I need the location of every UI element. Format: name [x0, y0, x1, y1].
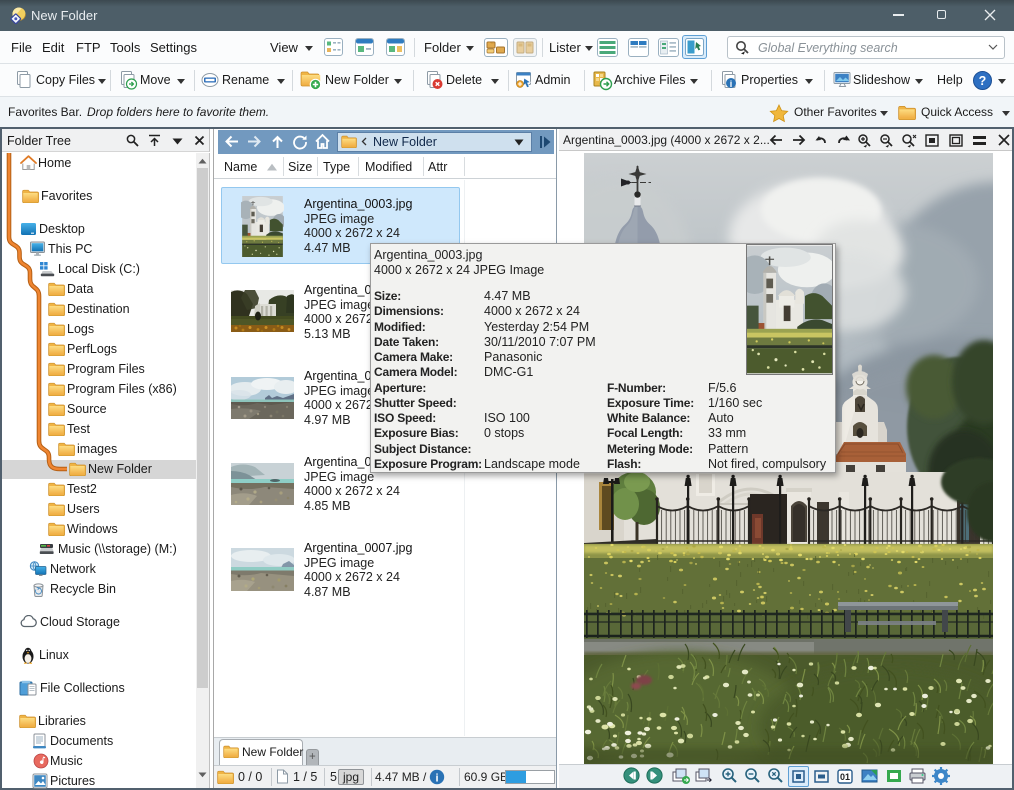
- svg-text:i: i: [730, 79, 733, 89]
- svg-text:i: i: [435, 772, 438, 784]
- svg-text:?: ?: [979, 74, 987, 88]
- svg-text:01: 01: [840, 772, 850, 782]
